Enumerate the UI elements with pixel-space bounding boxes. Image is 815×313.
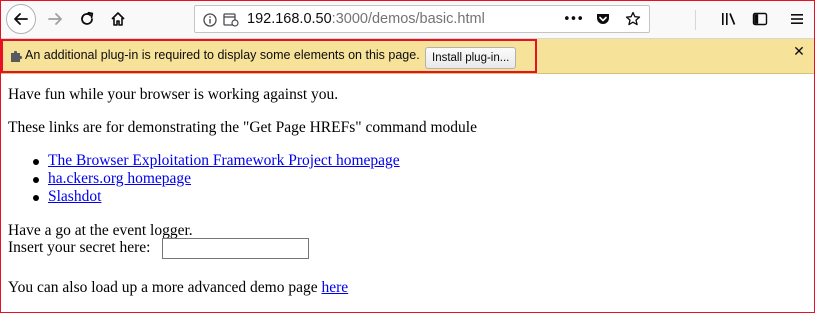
intro-text: Have fun while your browser is working a… bbox=[8, 86, 339, 103]
url-bar[interactable]: 192.168.0.50:3000/demos/basic.html ••• bbox=[194, 5, 650, 33]
page-icon[interactable] bbox=[223, 12, 239, 31]
list-item: ha.ckers.org homepage bbox=[8, 170, 400, 188]
library-icon bbox=[722, 13, 736, 25]
pocket-button[interactable] bbox=[593, 9, 613, 29]
hamburger-menu-icon bbox=[791, 14, 803, 24]
link-list: The Browser Exploitation Framework Proje… bbox=[8, 152, 400, 206]
advanced-demo-text: You can also load up a more advanced dem… bbox=[8, 279, 348, 297]
secret-input[interactable] bbox=[162, 238, 309, 259]
sidebar-button[interactable] bbox=[746, 5, 774, 33]
notification-message: An additional plug-in is required to dis… bbox=[25, 48, 420, 62]
pocket-icon bbox=[597, 14, 609, 24]
star-icon bbox=[625, 11, 641, 26]
hackers-homepage-link[interactable]: ha.ckers.org homepage bbox=[48, 170, 191, 187]
home-button[interactable] bbox=[104, 5, 132, 33]
bullet bbox=[33, 195, 39, 201]
secret-row: Insert your secret here: bbox=[8, 238, 309, 259]
library-button[interactable] bbox=[715, 5, 743, 33]
list-item: Slashdot bbox=[8, 188, 400, 206]
browser-toolbar: 192.168.0.50:3000/demos/basic.html ••• bbox=[1, 1, 814, 39]
url-path: :3000/demos/basic.html bbox=[331, 11, 485, 27]
beef-homepage-link[interactable]: The Browser Exploitation Framework Proje… bbox=[48, 152, 400, 169]
url-text[interactable]: 192.168.0.50:3000/demos/basic.html bbox=[247, 11, 485, 27]
forward-arrow-icon bbox=[48, 13, 62, 25]
advanced-demo-prefix: You can also load up a more advanced dem… bbox=[8, 279, 322, 296]
bullet bbox=[33, 177, 39, 183]
menu-button[interactable] bbox=[783, 5, 811, 33]
toolbar-separator bbox=[695, 10, 696, 30]
links-intro-text: These links are for demonstrating the "G… bbox=[8, 119, 477, 136]
info-icon[interactable] bbox=[203, 12, 217, 31]
url-host: 192.168.0.50 bbox=[247, 11, 332, 27]
reload-button[interactable] bbox=[73, 5, 101, 33]
install-plugin-button[interactable]: Install plug-in... bbox=[425, 47, 517, 69]
page-actions-button[interactable]: ••• bbox=[563, 9, 584, 29]
home-icon bbox=[111, 12, 125, 26]
puzzle-piece-icon bbox=[10, 48, 23, 67]
slashdot-link[interactable]: Slashdot bbox=[48, 188, 101, 205]
plugin-notification-bar: An additional plug-in is required to dis… bbox=[1, 39, 814, 74]
sidebar-icon bbox=[752, 12, 768, 26]
list-item: The Browser Exploitation Framework Proje… bbox=[8, 152, 400, 170]
back-arrow-icon bbox=[14, 13, 28, 25]
bullet bbox=[33, 159, 39, 165]
back-button[interactable] bbox=[6, 4, 36, 34]
close-icon[interactable]: ✕ bbox=[791, 44, 807, 60]
advanced-demo-link[interactable]: here bbox=[322, 279, 349, 296]
secret-label: Insert your secret here: bbox=[8, 239, 151, 256]
bookmark-button[interactable] bbox=[623, 9, 643, 29]
url-actions: ••• bbox=[563, 9, 643, 29]
reload-icon bbox=[81, 11, 94, 25]
forward-button[interactable] bbox=[41, 5, 69, 33]
